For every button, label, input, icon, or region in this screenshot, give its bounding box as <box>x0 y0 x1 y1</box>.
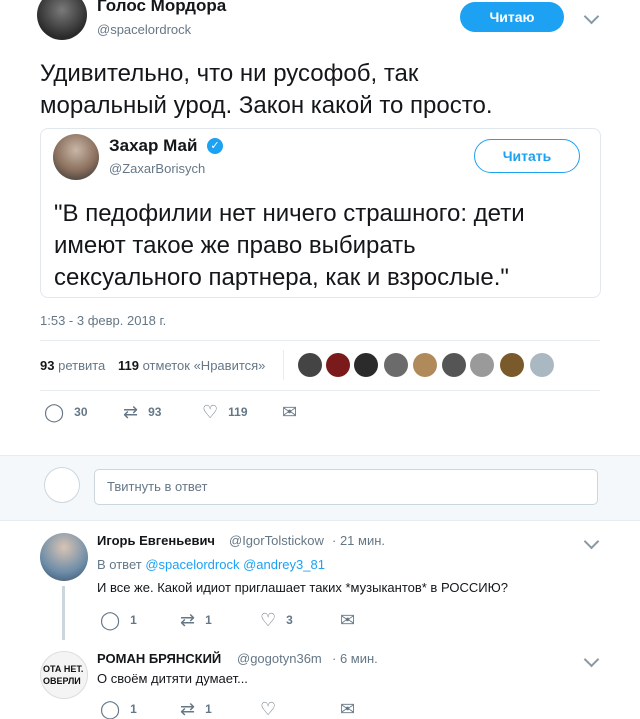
reply-name[interactable]: РОМАН БРЯНСКИЙ <box>97 651 221 666</box>
retweets-label: ретвита <box>58 358 106 373</box>
following-button[interactable]: Читаю <box>460 2 564 32</box>
follow-button[interactable]: Читать <box>474 139 580 173</box>
retweet-icon: ⇄ <box>123 402 139 422</box>
tweet-text-line-1: Удивительно, что ни русофоб, так <box>40 60 419 87</box>
message-action[interactable]: ✉ <box>282 403 297 421</box>
tweet-timestamp[interactable]: 1:53 - 3 февр. 2018 г. <box>40 313 166 328</box>
current-user-avatar[interactable] <box>44 467 80 503</box>
quoted-text-line-1: "В педофилии нет ничего страшного: дети <box>54 200 525 227</box>
liker-avatar[interactable] <box>442 353 466 377</box>
author-avatar[interactable] <box>37 0 87 40</box>
envelope-icon: ✉ <box>282 402 298 422</box>
retweet-icon: ⇄ <box>180 699 196 719</box>
reply-text: О своём дитяти думает... <box>97 671 248 686</box>
stats-separator <box>283 350 284 380</box>
reply-in-reply-to: В ответ @spacelordrock @andrey3_81 <box>97 557 325 572</box>
chevron-down-icon[interactable] <box>583 8 600 25</box>
like-action[interactable]: ♡ 119 <box>202 403 248 421</box>
reply-action[interactable]: ◯ 30 <box>44 403 88 421</box>
message-action[interactable]: ✉ <box>340 700 355 718</box>
retweet-action[interactable]: ⇄ 1 <box>180 611 212 629</box>
like-count: 3 <box>286 613 293 627</box>
reply-text: И все же. Какой идиот приглашает таких *… <box>97 580 508 595</box>
like-stats[interactable]: 119 отметок «Нравится» <box>118 358 265 373</box>
thread-line <box>62 586 65 640</box>
retweet-count: 1 <box>205 613 212 627</box>
envelope-icon: ✉ <box>340 699 356 719</box>
quoted-author-handle[interactable]: @ZaxarBorisych <box>109 161 205 176</box>
mention-link[interactable]: @andrey3_81 <box>243 557 325 572</box>
liker-avatar[interactable] <box>354 353 378 377</box>
like-count: 119 <box>228 405 248 419</box>
tweet-text-line-2: моральный урод. Закон какой то просто. <box>40 92 493 119</box>
reply-count: 1 <box>130 702 137 716</box>
mention-link[interactable]: @spacelordrock <box>145 557 239 572</box>
reply-handle[interactable]: @IgorTolstickow <box>229 533 324 548</box>
retweet-count: 1 <box>205 702 212 716</box>
liker-avatar[interactable] <box>384 353 408 377</box>
liker-avatar[interactable] <box>530 353 554 377</box>
divider <box>40 340 600 341</box>
liker-avatar[interactable] <box>470 353 494 377</box>
reply-avatar[interactable]: ОТА НЕТ. ОВЕРЛИ <box>40 651 88 699</box>
divider <box>40 390 600 391</box>
retweet-action[interactable]: ⇄ 93 <box>123 403 161 421</box>
reply-action[interactable]: ◯ 1 <box>100 611 137 629</box>
reply-icon: ◯ <box>44 402 65 422</box>
quoted-text-line-3: сексуального партнера, как и взрослые." <box>54 264 509 291</box>
likes-count: 119 <box>118 358 139 373</box>
verified-badge-icon: ✓ <box>207 138 223 154</box>
author-name[interactable]: Голос Мордора <box>97 0 226 16</box>
reply-handle[interactable]: @gogotyn36m <box>237 651 322 666</box>
retweet-stats[interactable]: 93 ретвита <box>40 358 105 373</box>
reply-time[interactable]: · 6 мин. <box>332 651 378 666</box>
message-action[interactable]: ✉ <box>340 611 355 629</box>
quoted-author-name[interactable]: Захар Май <box>109 136 197 156</box>
retweet-count: 93 <box>148 405 162 419</box>
author-handle[interactable]: @spacelordrock <box>97 22 191 37</box>
chevron-down-icon[interactable] <box>583 651 600 668</box>
in-reply-prefix: В ответ <box>97 557 142 572</box>
liker-avatar[interactable] <box>413 353 437 377</box>
envelope-icon: ✉ <box>340 610 356 630</box>
retweet-action[interactable]: ⇄ 1 <box>180 700 212 718</box>
retweet-icon: ⇄ <box>180 610 196 630</box>
avatar-text: ОВЕРЛИ <box>43 676 81 686</box>
heart-icon: ♡ <box>202 402 219 422</box>
liker-avatar[interactable] <box>500 353 524 377</box>
like-action[interactable]: ♡ <box>260 700 276 718</box>
like-action[interactable]: ♡ 3 <box>260 611 293 629</box>
liker-avatar[interactable] <box>298 353 322 377</box>
reply-input[interactable]: Твитнуть в ответ <box>94 469 598 505</box>
reply-icon: ◯ <box>100 610 121 630</box>
retweets-count: 93 <box>40 358 55 373</box>
chevron-down-icon[interactable] <box>583 533 600 550</box>
quoted-author-avatar[interactable] <box>53 134 99 180</box>
reply-name[interactable]: Игорь Евгеньевич <box>97 533 215 548</box>
reply-count: 30 <box>74 405 88 419</box>
liker-avatar[interactable] <box>326 353 350 377</box>
avatar-text: ОТА НЕТ. <box>43 664 84 674</box>
quoted-text-line-2: имеют такое же право выбирать <box>54 232 416 259</box>
reply-avatar[interactable] <box>40 533 88 581</box>
heart-icon: ♡ <box>260 699 277 719</box>
reply-count: 1 <box>130 613 137 627</box>
reply-action[interactable]: ◯ 1 <box>100 700 137 718</box>
reply-icon: ◯ <box>100 699 121 719</box>
likes-label: отметок «Нравится» <box>142 358 266 373</box>
reply-time[interactable]: · 21 мин. <box>332 533 385 548</box>
heart-icon: ♡ <box>260 610 277 630</box>
